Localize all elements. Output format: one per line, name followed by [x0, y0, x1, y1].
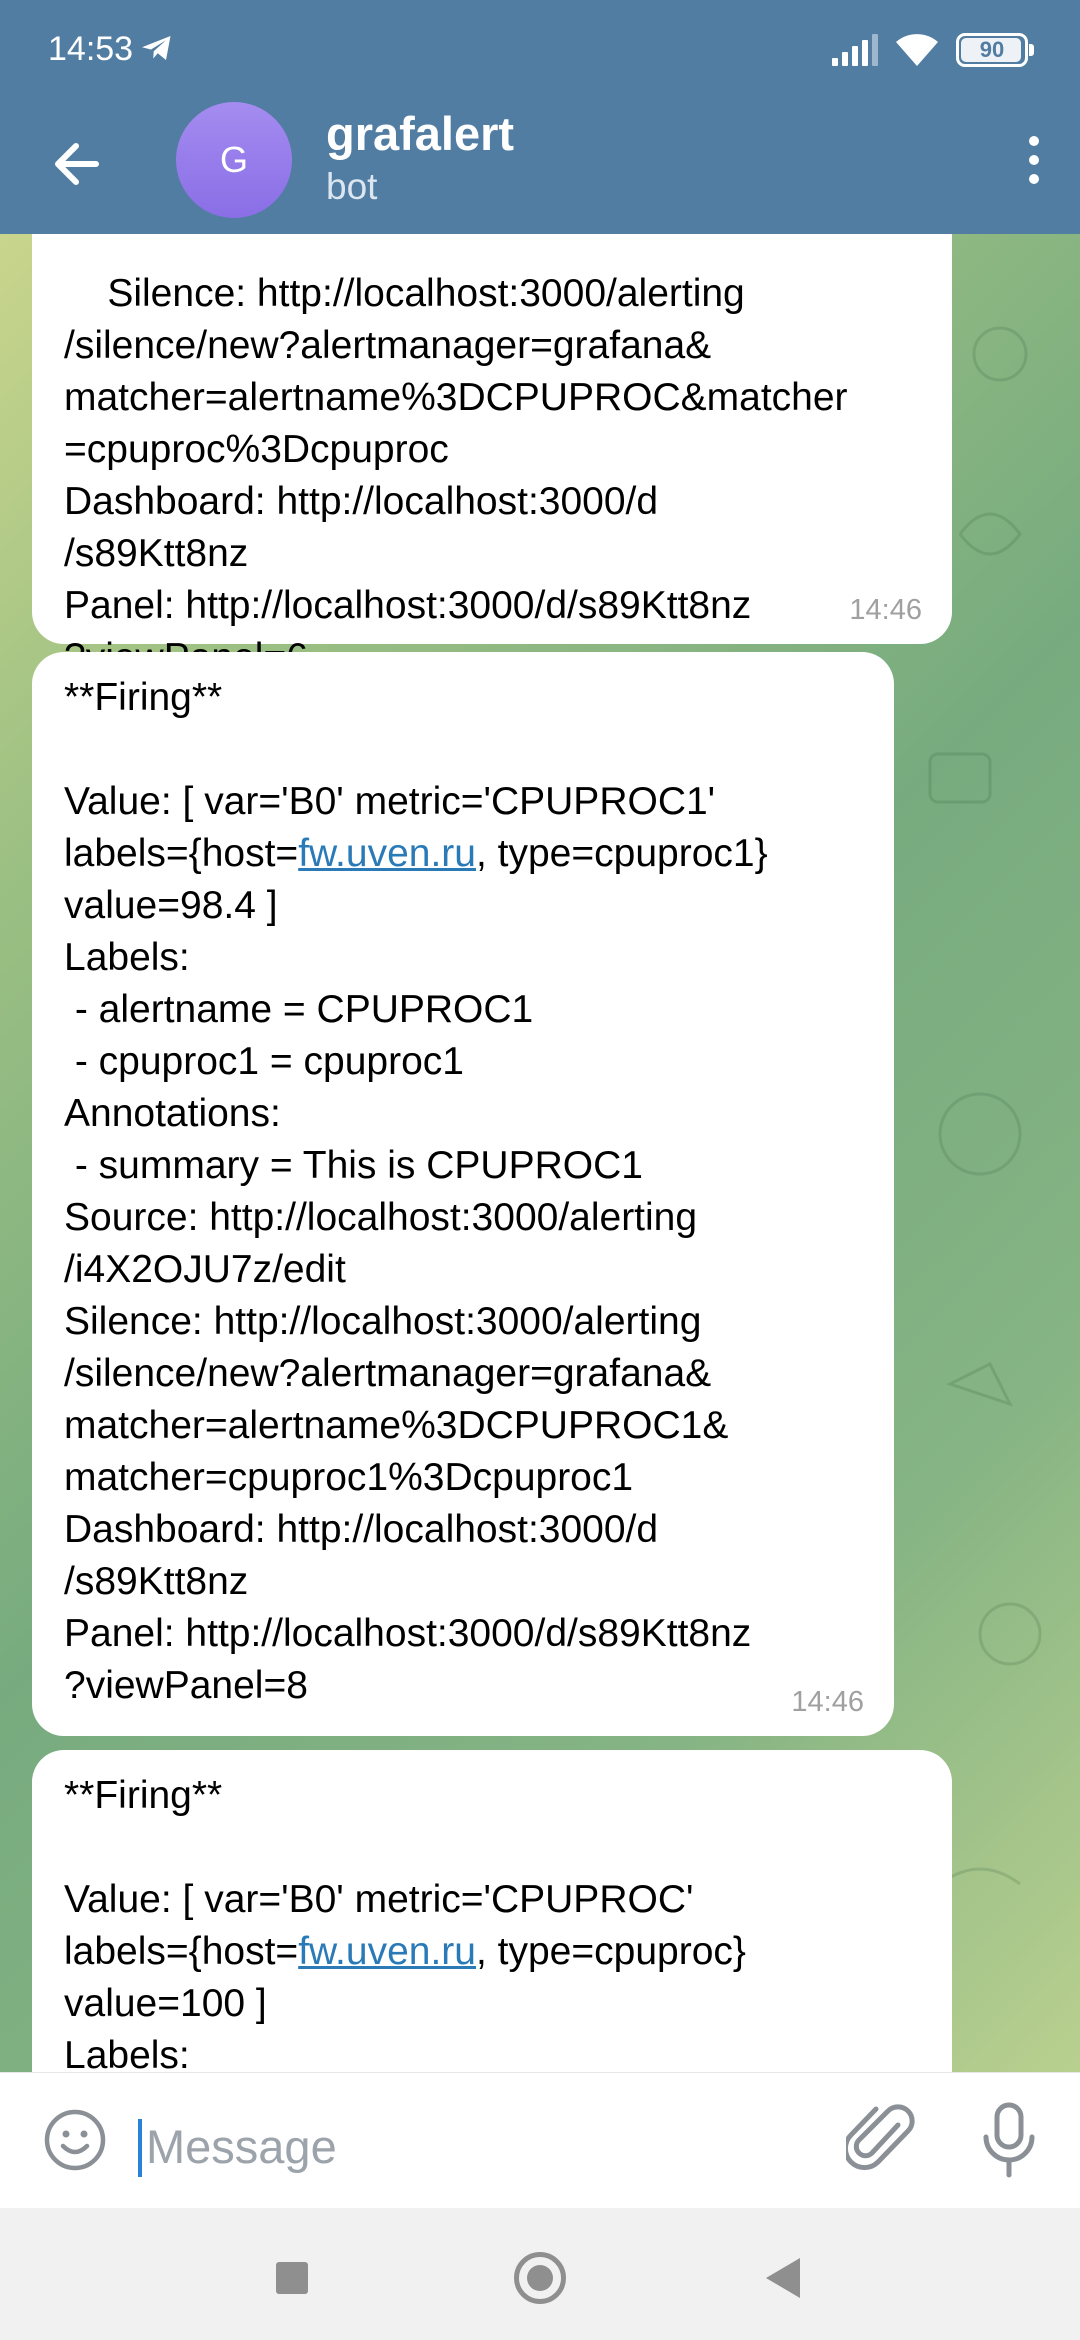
wifi-icon — [896, 34, 938, 66]
home-icon[interactable] — [514, 2252, 566, 2304]
signal-icon — [832, 34, 878, 66]
paperclip-icon[interactable] — [846, 2101, 918, 2179]
chat-title[interactable]: grafalert — [326, 106, 514, 161]
battery-level: 90 — [979, 37, 1005, 62]
message-time: 14:46 — [791, 1686, 864, 1718]
telegram-notification-icon — [142, 36, 171, 60]
system-navigation-bar — [0, 2208, 1080, 2340]
message-input[interactable] — [146, 2113, 796, 2179]
more-options-icon[interactable] — [1014, 124, 1054, 196]
status-time: 14:53 — [48, 30, 134, 68]
recent-apps-icon[interactable] — [276, 2262, 308, 2294]
message-list[interactable]: Silence: http://localhost:3000/alerting … — [0, 234, 1080, 2072]
avatar-letter: G — [219, 139, 248, 180]
back-icon[interactable] — [766, 2258, 800, 2298]
host-link[interactable]: fw.uven.ru — [298, 832, 476, 875]
battery-icon: 90 — [956, 33, 1034, 67]
message-text: Silence: http://localhost:3000/alerting … — [64, 272, 848, 679]
emoji-icon[interactable] — [42, 2107, 108, 2173]
host-link[interactable]: fw.uven.ru — [298, 1930, 476, 1973]
message-bubble[interactable]: **Firing** Value: [ var='B0' metric='CPU… — [32, 652, 894, 1736]
message-text-part: , type=cpuproc1} value=98.4 ] Labels: - … — [64, 832, 768, 1707]
status-bar: 14:53 90 — [0, 0, 1080, 96]
chat-header: G grafalert bot — [0, 96, 1080, 234]
text-caret — [138, 2119, 142, 2177]
message-time: 14:46 — [849, 594, 922, 626]
avatar[interactable]: G — [176, 102, 292, 218]
message-composer — [0, 2072, 1080, 2208]
message-bubble[interactable]: **Firing** Value: [ var='B0' metric='CPU… — [32, 1750, 952, 2072]
microphone-icon[interactable] — [978, 2101, 1040, 2179]
message-bubble[interactable]: Silence: http://localhost:3000/alerting … — [32, 234, 952, 679]
back-arrow-icon[interactable] — [40, 128, 112, 200]
chat-subtitle: bot — [326, 166, 378, 207]
